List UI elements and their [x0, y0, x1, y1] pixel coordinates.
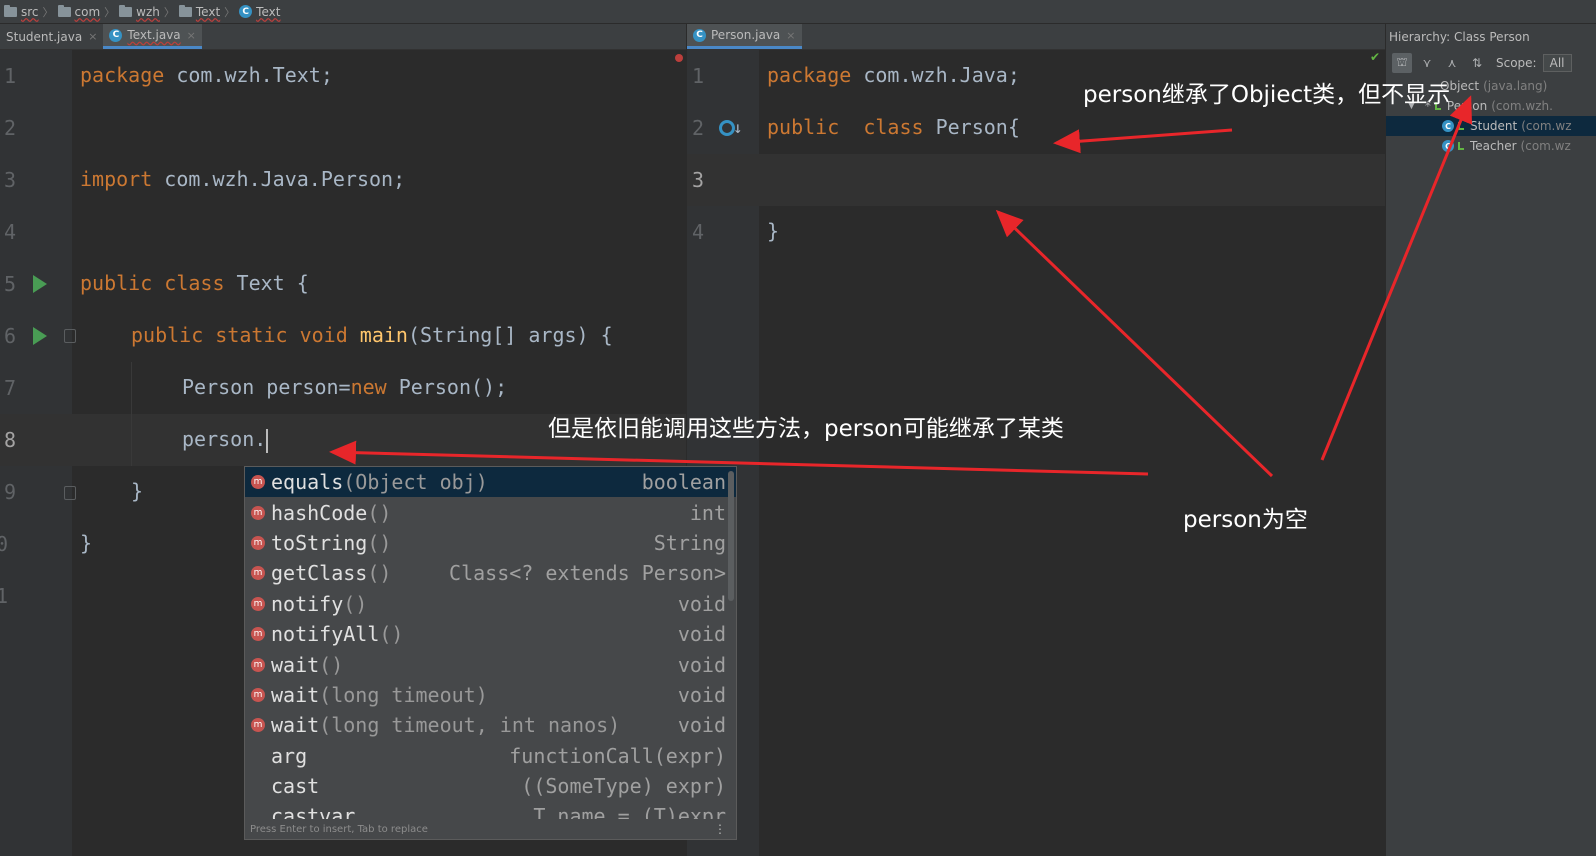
annotation-object-note: person继承了Objiect类，但不显示: [1083, 82, 1451, 108]
arrow-to-object-node: [1320, 95, 1473, 461]
arrow-to-person-dot: [329, 440, 1149, 476]
annotation-empty-note: person为空: [1183, 507, 1308, 533]
arrow-to-class-person: [1053, 128, 1233, 154]
annotation-methods-note: 但是依旧能调用这些方法，person可能继承了某类: [548, 416, 1064, 442]
